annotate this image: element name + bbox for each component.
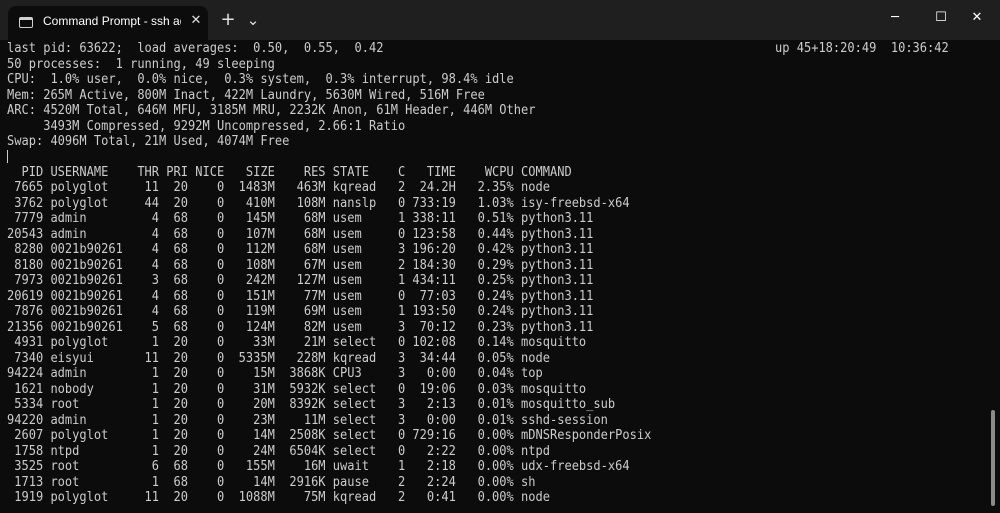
summary-processes: 50 processes: 1 running, 49 sleeping bbox=[7, 57, 275, 72]
minimize-button[interactable]: ─ bbox=[872, 0, 918, 36]
process-row: 8280 0021b90261 4 68 0 112M 68M usem 3 1… bbox=[7, 242, 594, 257]
process-row: 7876 0021b90261 4 68 0 119M 69M usem 1 1… bbox=[7, 304, 594, 319]
tab-title: Command Prompt - ssh admi bbox=[43, 14, 181, 28]
process-row: 8180 0021b90261 4 68 0 108M 67M usem 2 1… bbox=[7, 258, 594, 273]
tab-close-icon[interactable]: ✕ bbox=[188, 13, 204, 29]
chevron-down-icon[interactable]: ⌄ bbox=[243, 10, 263, 30]
process-row: 1621 nobody 1 20 0 31M 5932K select 0 19… bbox=[7, 382, 587, 397]
top-header-left: last pid: 63622; load averages: 0.50, 0.… bbox=[7, 41, 384, 56]
process-row: 7973 0021b90261 3 68 0 242M 127M usem 1 … bbox=[7, 273, 594, 288]
summary-cpu: CPU: 1.0% user, 0.0% nice, 0.3% system, … bbox=[7, 72, 514, 87]
process-row: 20543 admin 4 68 0 107M 68M usem 0 123:5… bbox=[7, 227, 594, 242]
process-row: 4931 polyglot 1 20 0 33M 21M select 0 10… bbox=[7, 335, 587, 350]
text-cursor bbox=[7, 150, 8, 163]
terminal-icon bbox=[19, 17, 33, 28]
process-row: 5334 root 1 20 0 20M 8392K select 3 2:13… bbox=[7, 397, 616, 412]
process-row: 20619 0021b90261 4 68 0 151M 77M usem 0 … bbox=[7, 289, 594, 304]
vertical-scrollbar[interactable] bbox=[991, 410, 995, 506]
tab-command-prompt[interactable]: Command Prompt - ssh admi ✕ bbox=[8, 6, 208, 40]
close-button[interactable]: ✕ bbox=[954, 0, 1000, 36]
new-tab-button[interactable]: + bbox=[218, 10, 238, 30]
process-row: 94224 admin 1 20 0 15M 3868K CPU3 3 0:00… bbox=[7, 366, 543, 381]
process-row: 3762 polyglot 44 20 0 410M 108M nanslp 0… bbox=[7, 196, 630, 211]
title-bar: Command Prompt - ssh admi ✕ + ⌄ ─ ☐ ✕ bbox=[0, 0, 1000, 40]
process-row: 7779 admin 4 68 0 145M 68M usem 1 338:11… bbox=[7, 211, 594, 226]
top-header-right: up 45+18:20:49 10:36:42 bbox=[775, 41, 949, 56]
process-row: 3525 root 6 68 0 155M 16M uwait 1 2:18 0… bbox=[7, 459, 630, 474]
summary-arc: ARC: 4520M Total, 646M MFU, 3185M MRU, 2… bbox=[7, 103, 536, 118]
process-table-header: PID USERNAME THR PRI NICE SIZE RES STATE… bbox=[7, 165, 572, 180]
terminal-window: Command Prompt - ssh admi ✕ + ⌄ ─ ☐ ✕ la… bbox=[0, 0, 1000, 513]
summary-mem: Mem: 265M Active, 800M Inact, 422M Laund… bbox=[7, 88, 485, 103]
process-row: 94220 admin 1 20 0 23M 11M select 3 0:00… bbox=[7, 413, 608, 428]
process-row: 1919 polyglot 11 20 0 1088M 75M kqread 2… bbox=[7, 490, 550, 505]
process-row: 21356 0021b90261 5 68 0 124M 82M usem 3 … bbox=[7, 320, 594, 335]
summary-swap: Swap: 4096M Total, 21M Used, 4074M Free bbox=[7, 134, 290, 149]
process-row: 7665 polyglot 11 20 0 1483M 463M kqread … bbox=[7, 180, 550, 195]
process-row: 1713 root 1 68 0 14M 2916K pause 2 2:24 … bbox=[7, 475, 536, 490]
process-row: 1758 ntpd 1 20 0 24M 6504K select 0 2:22… bbox=[7, 444, 550, 459]
terminal-output[interactable]: last pid: 63622; load averages: 0.50, 0.… bbox=[0, 40, 1000, 513]
summary-arc-compressed: 3493M Compressed, 9292M Uncompressed, 2.… bbox=[7, 119, 406, 134]
process-row: 7340 eisyui 11 20 0 5335M 228M kqread 3 … bbox=[7, 351, 550, 366]
process-row: 2607 polyglot 1 20 0 14M 2508K select 0 … bbox=[7, 428, 652, 443]
